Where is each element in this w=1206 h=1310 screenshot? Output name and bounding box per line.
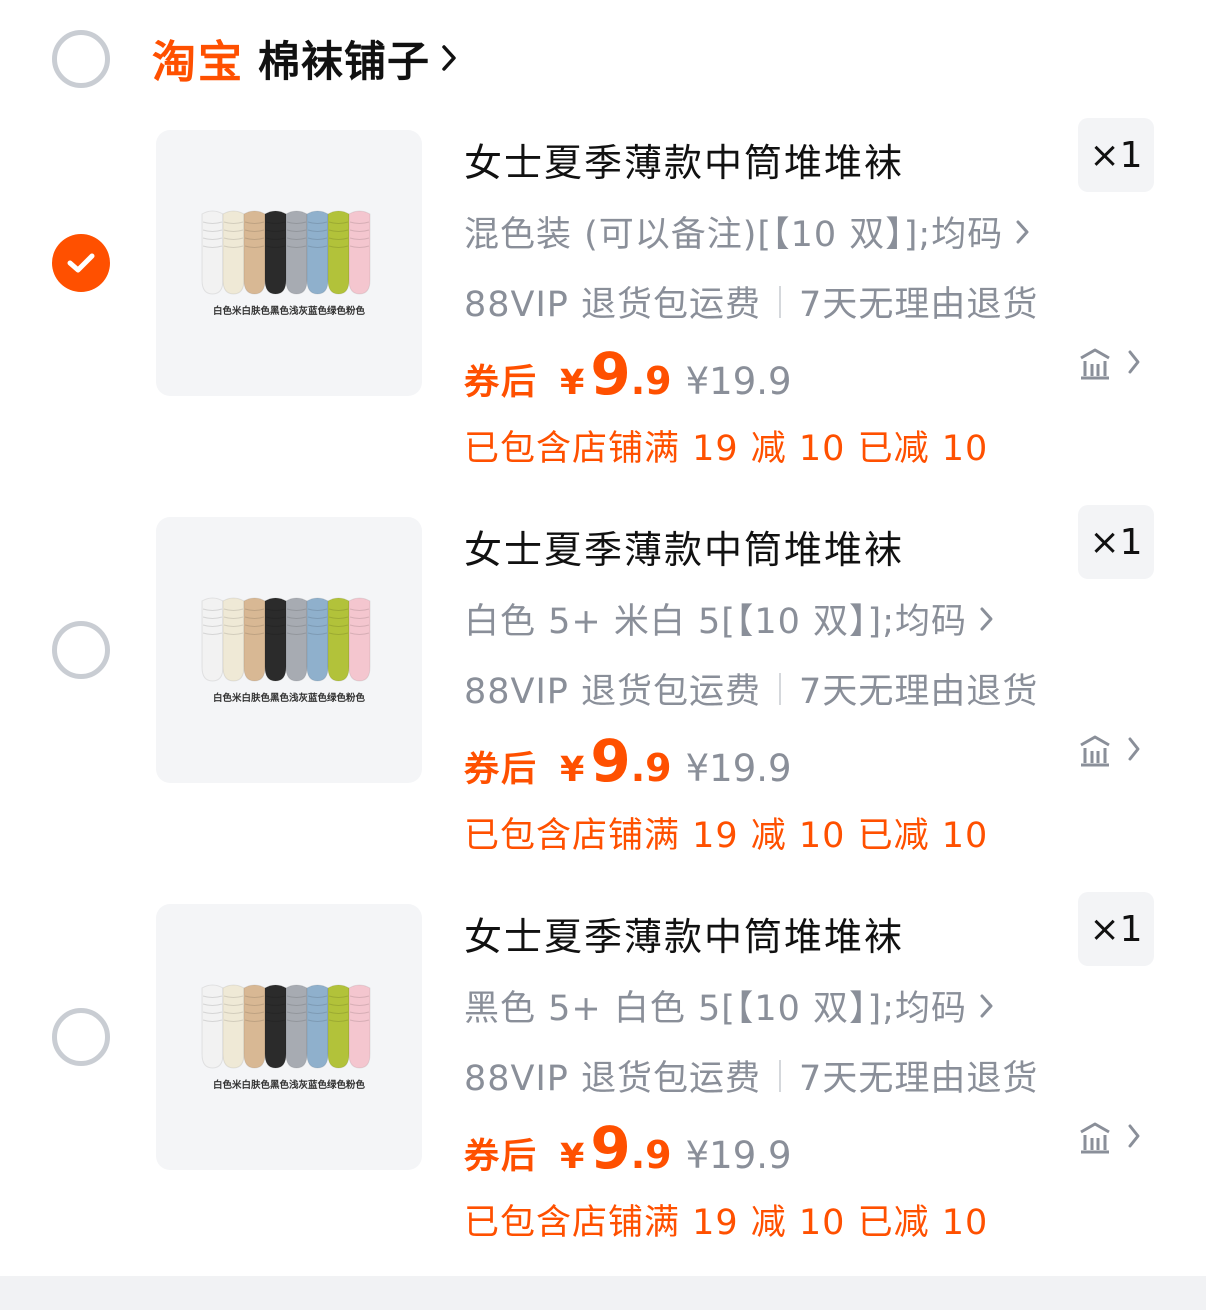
socks-illustration: 白色米白肤色黑色浅灰蓝色绿色粉色 xyxy=(201,210,371,317)
coupon-price-label: 券后 xyxy=(464,1137,539,1177)
service-tag-return-shipping: 88VIP 退货包运费 xyxy=(464,672,762,712)
chevron-right-icon xyxy=(980,607,993,630)
chevron-right-icon xyxy=(442,45,456,71)
quantity-selector[interactable]: ×1 xyxy=(1078,118,1154,192)
similar-items-icon xyxy=(1080,1122,1140,1154)
socks-illustration: 白色米白肤色黑色浅灰蓝色绿色粉色 xyxy=(201,984,371,1091)
product-spec: 混色装 (可以备注)[【10 双】];均码 xyxy=(464,215,1004,255)
price-decimal: .9 xyxy=(630,746,672,790)
chevron-right-icon xyxy=(1016,220,1029,243)
similar-items-icon xyxy=(1080,348,1140,380)
service-tag-return-shipping: 88VIP 退货包运费 xyxy=(464,1059,762,1099)
product-spec-selector[interactable]: 混色装 (可以备注)[【10 双】];均码 xyxy=(464,206,1031,257)
promo-text: 已包含店铺满 19 减 10 已减 10 xyxy=(464,816,989,856)
product-spec: 白色 5+ 米白 5[【10 双】];均码 xyxy=(464,602,968,642)
product-image-caption: 白色米白肤色黑色浅灰蓝色绿色粉色 xyxy=(213,692,366,704)
product-spec-selector[interactable]: 黑色 5+ 白色 5[【10 双】];均码 xyxy=(464,980,995,1031)
promo-text: 已包含店铺满 19 减 10 已减 10 xyxy=(464,1203,989,1243)
product-title[interactable]: 女士夏季薄款中筒堆堆袜 xyxy=(464,132,904,187)
coupon-price-label: 券后 xyxy=(464,363,539,403)
currency-symbol: ¥ xyxy=(560,750,585,790)
product-spec-selector[interactable]: 白色 5+ 米白 5[【10 双】];均码 xyxy=(464,593,995,644)
original-price: ¥19.9 xyxy=(685,1134,792,1177)
cart-item: 白色米白肤色黑色浅灰蓝色绿色粉色 女士夏季薄款中筒堆堆袜 混色装 (可以备注)[… xyxy=(0,118,1206,478)
socks-illustration: 白色米白肤色黑色浅灰蓝色绿色粉色 xyxy=(201,597,371,704)
service-tag-7day-return: 7天无理由退货 xyxy=(799,285,1039,325)
taobao-brand-logo: 淘宝 xyxy=(152,37,244,88)
currency-symbol: ¥ xyxy=(560,363,585,403)
currency-symbol: ¥ xyxy=(560,1137,585,1177)
find-similar-button[interactable] xyxy=(1078,1120,1148,1156)
price-integer: 9 xyxy=(590,1114,631,1182)
find-similar-button[interactable] xyxy=(1078,733,1148,769)
product-title[interactable]: 女士夏季薄款中筒堆堆袜 xyxy=(464,906,904,961)
divider xyxy=(779,285,782,318)
product-image-caption: 白色米白肤色黑色浅灰蓝色绿色粉色 xyxy=(213,1079,366,1091)
find-similar-button[interactable] xyxy=(1078,346,1148,382)
service-tag-7day-return: 7天无理由退货 xyxy=(799,672,1039,712)
cart-item: 白色米白肤色黑色浅灰蓝色绿色粉色 女士夏季薄款中筒堆堆袜 白色 5+ 米白 5[… xyxy=(0,505,1206,865)
similar-items-icon xyxy=(1080,735,1140,767)
promo-text: 已包含店铺满 19 减 10 已减 10 xyxy=(464,429,989,469)
quantity-selector[interactable]: ×1 xyxy=(1078,892,1154,966)
footer-divider xyxy=(0,1276,1206,1310)
shop-select-checkbox[interactable] xyxy=(52,30,110,88)
quantity-selector[interactable]: ×1 xyxy=(1078,505,1154,579)
original-price: ¥19.9 xyxy=(685,747,792,790)
service-tags: 88VIP 退货包运费 7天无理由退货 xyxy=(464,1050,1038,1101)
price-row: 券后 ¥ 9 .9 ¥19.9 xyxy=(464,340,792,410)
cart-item: 白色米白肤色黑色浅灰蓝色绿色粉色 女士夏季薄款中筒堆堆袜 黑色 5+ 白色 5[… xyxy=(0,892,1206,1252)
divider xyxy=(779,1059,782,1092)
original-price: ¥19.9 xyxy=(685,360,792,403)
product-title[interactable]: 女士夏季薄款中筒堆堆袜 xyxy=(464,519,904,574)
price-row: 券后 ¥ 9 .9 ¥19.9 xyxy=(464,1114,792,1184)
chevron-right-icon xyxy=(980,994,993,1017)
service-tag-return-shipping: 88VIP 退货包运费 xyxy=(464,285,762,325)
price-integer: 9 xyxy=(590,727,631,795)
divider xyxy=(779,672,782,705)
product-image[interactable]: 白色米白肤色黑色浅灰蓝色绿色粉色 xyxy=(156,904,422,1170)
product-image[interactable]: 白色米白肤色黑色浅灰蓝色绿色粉色 xyxy=(156,517,422,783)
service-tags: 88VIP 退货包运费 7天无理由退货 xyxy=(464,276,1038,327)
shop-name[interactable]: 棉袜铺子 xyxy=(258,28,430,89)
coupon-price-label: 券后 xyxy=(464,750,539,790)
price-integer: 9 xyxy=(590,340,631,408)
shop-header[interactable]: 淘宝 棉袜铺子 xyxy=(152,28,458,88)
product-spec: 黑色 5+ 白色 5[【10 双】];均码 xyxy=(464,989,968,1029)
product-image-caption: 白色米白肤色黑色浅灰蓝色绿色粉色 xyxy=(213,305,366,317)
service-tag-7day-return: 7天无理由退货 xyxy=(799,1059,1039,1099)
product-image[interactable]: 白色米白肤色黑色浅灰蓝色绿色粉色 xyxy=(156,130,422,396)
price-decimal: .9 xyxy=(630,1133,672,1177)
price-row: 券后 ¥ 9 .9 ¥19.9 xyxy=(464,727,792,797)
service-tags: 88VIP 退货包运费 7天无理由退货 xyxy=(464,663,1038,714)
price-decimal: .9 xyxy=(630,359,672,403)
